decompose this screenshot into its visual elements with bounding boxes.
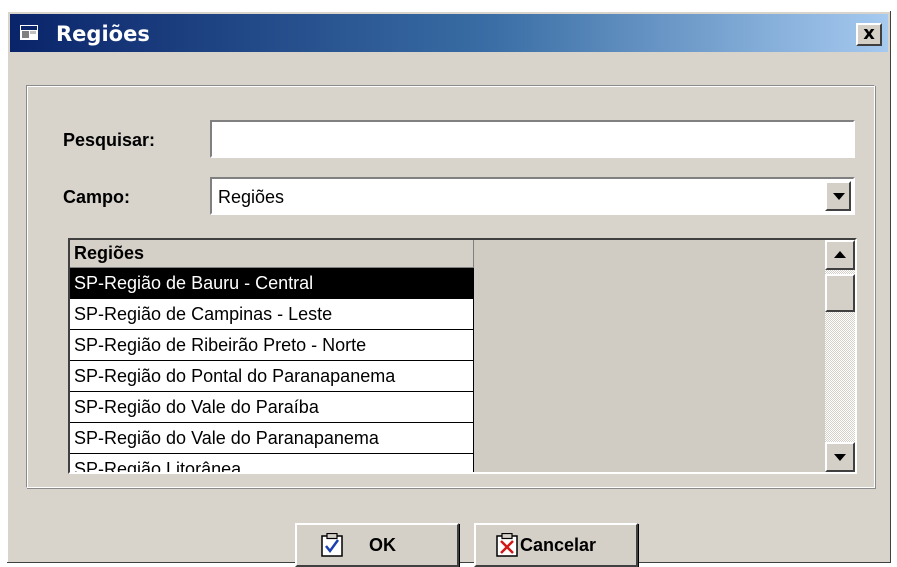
field-select-value: Regiões <box>218 187 285 207</box>
window-app-icon <box>20 25 38 40</box>
x-clipboard-icon <box>496 533 518 557</box>
cancel-button[interactable]: Cancelar <box>474 523 638 567</box>
table-row[interactable]: SP-Região do Vale do Paranapanema <box>70 422 474 454</box>
table-row[interactable]: SP-Região de Bauru - Central <box>70 267 474 299</box>
title-bar[interactable]: Regiões x <box>10 14 888 52</box>
search-label: Pesquisar: <box>63 130 156 150</box>
table-row[interactable]: SP-Região do Pontal do Paranapanema <box>70 360 474 392</box>
cancel-button-label: Cancelar <box>520 535 597 555</box>
arrow-down-icon <box>834 454 846 461</box>
field-select[interactable]: Regiões <box>210 177 855 215</box>
field-label: Campo: <box>63 187 130 207</box>
scroll-up-button[interactable] <box>825 240 855 270</box>
table-row[interactable]: SP-Região de Ribeirão Preto - Norte <box>70 329 474 361</box>
table-row[interactable]: SP-Região de Campinas - Leste <box>70 298 474 330</box>
scroll-thumb[interactable] <box>825 274 855 312</box>
close-button[interactable]: x <box>856 23 882 46</box>
ok-button[interactable]: OK <box>295 523 459 567</box>
window-title: Regiões <box>56 22 150 46</box>
vertical-scrollbar[interactable] <box>825 240 855 472</box>
ok-button-label: OK <box>369 535 396 555</box>
field-select-dropdown-button[interactable] <box>825 181 851 211</box>
table-row[interactable]: SP-Região do Vale do Paraíba <box>70 391 474 423</box>
chevron-down-icon <box>833 193 845 200</box>
arrow-up-icon <box>834 251 846 258</box>
grid-column-header[interactable]: Regiões <box>70 240 474 268</box>
regions-table: Regiões SP-Região de Bauru - Central SP-… <box>70 240 474 472</box>
regions-grid[interactable]: Regiões SP-Região de Bauru - Central SP-… <box>68 238 857 474</box>
scroll-down-button[interactable] <box>825 442 855 472</box>
table-row[interactable]: SP-Região Litorânea <box>70 453 474 472</box>
checkmark-clipboard-icon <box>321 533 343 557</box>
dialog-window: Regiões x Pesquisar: Campo: Regiões Regi… <box>6 10 892 567</box>
search-input[interactable] <box>210 120 855 158</box>
